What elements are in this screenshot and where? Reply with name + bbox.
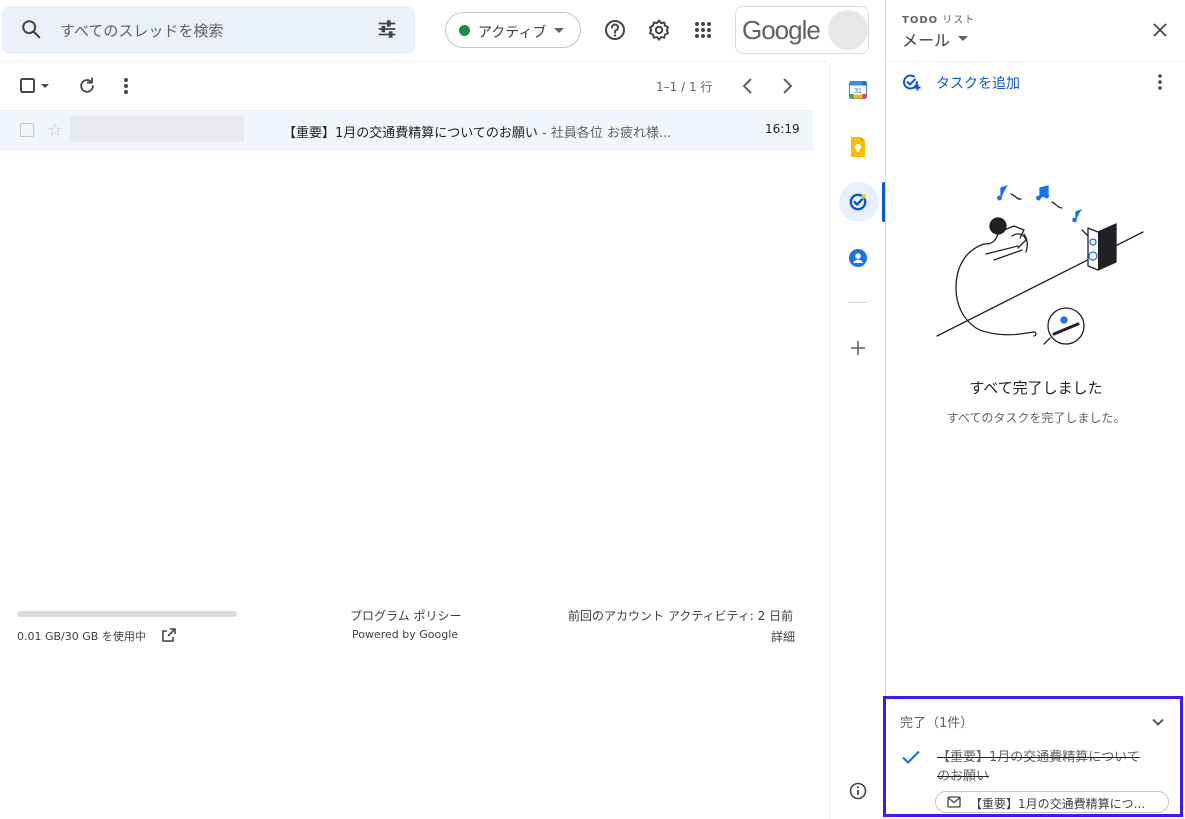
settings-icon[interactable] (645, 16, 673, 44)
close-icon[interactable] (1150, 20, 1170, 40)
tune-icon[interactable] (376, 18, 398, 40)
account-button[interactable]: Google (735, 6, 869, 54)
select-all-checkbox[interactable] (19, 76, 55, 96)
plus-icon[interactable] (849, 339, 867, 357)
star-icon[interactable]: ☆ (47, 120, 63, 141)
header-divider (0, 61, 829, 62)
empty-state-title: すべて完了しました (969, 379, 1103, 397)
contacts-icon[interactable] (849, 249, 867, 267)
last-activity: 前回のアカウント アクティビティ: 2 日前 (568, 609, 794, 623)
info-icon[interactable] (848, 781, 868, 801)
thread-subject[interactable]: 【重要】1月の交通費精算についてのお願い - 社員各位 お疲れ様... (283, 122, 671, 141)
task-list-selector[interactable]: メール (902, 27, 950, 51)
search-input[interactable]: すべてのスレッドを検索 (60, 20, 223, 41)
storage-usage: 0.01 GB/30 GB を使用中 (17, 630, 146, 643)
panel-eyebrow: TODO リスト (902, 11, 975, 26)
keep-icon[interactable] (849, 137, 867, 157)
help-icon[interactable] (601, 16, 629, 44)
storage-bar (17, 611, 237, 617)
calendar-day-label: 31 (854, 88, 862, 95)
chevron-down-icon[interactable] (1149, 713, 1167, 731)
details-link[interactable]: 詳細 (771, 628, 795, 645)
row-checkbox[interactable] (20, 123, 34, 137)
caret-down-icon[interactable] (958, 36, 968, 41)
active-status-dot (459, 25, 470, 36)
add-task-icon[interactable] (901, 72, 921, 92)
status-dropdown[interactable]: アクティブ (445, 12, 581, 48)
check-icon[interactable] (900, 746, 922, 768)
thread-subject-text: 【重要】1月の交通費精算についてのお願い (283, 126, 538, 141)
powered-by: Powered by Google (352, 628, 459, 641)
caret-down-icon (554, 28, 564, 33)
empty-state-subtitle: すべてのタスクを完了しました。 (946, 411, 1126, 425)
completed-section: 完了（1件） 【重要】1月の交通費精算についてのお願い 【重要】1月の交通費精算… (883, 696, 1183, 817)
program-policy-link[interactable]: プログラム ポリシー (350, 607, 461, 624)
completed-task-title[interactable]: 【重要】1月の交通費精算についてのお願い (937, 748, 1152, 786)
panel-divider (886, 61, 1185, 62)
table-row[interactable]: ☆ 【重要】1月の交通費精算についてのお願い - 社員各位 お疲れ様... 16… (0, 110, 813, 150)
strip-divider (848, 302, 868, 303)
pagination-info: 1–1 / 1 行 (656, 80, 713, 94)
source-email-chip[interactable]: 【重要】1月の交通費精算につ... (935, 791, 1169, 813)
add-task-button[interactable]: タスクを追加 (936, 73, 1020, 93)
calendar-icon[interactable]: 31 (849, 81, 867, 99)
sender-placeholder (70, 116, 244, 142)
panel-eyebrow-rest: リスト (938, 15, 976, 26)
side-app-strip: 31 (829, 62, 885, 819)
external-link-icon[interactable] (161, 627, 177, 643)
completed-header[interactable]: 完了（1件） (900, 712, 973, 731)
all-done-illustration (926, 180, 1156, 360)
avatar[interactable] (828, 10, 868, 50)
mail-icon (947, 796, 961, 808)
google-logo: Google (742, 15, 821, 45)
apps-icon[interactable] (689, 16, 717, 44)
chevron-right-icon[interactable] (777, 76, 797, 96)
panel-eyebrow-bold: TODO (902, 15, 939, 26)
search-icon[interactable] (20, 18, 42, 40)
refresh-icon[interactable] (77, 76, 97, 96)
source-email-title: 【重要】1月の交通費精算につ... (970, 797, 1146, 811)
more-vert-icon[interactable] (1150, 72, 1170, 92)
chevron-left-icon[interactable] (738, 76, 758, 96)
search-bar[interactable]: すべてのスレッドを検索 (2, 6, 415, 54)
tasks-icon[interactable] (849, 193, 867, 211)
status-label: アクティブ (478, 25, 547, 41)
thread-time: 16:19 (765, 122, 800, 136)
more-vert-icon[interactable] (116, 76, 136, 96)
thread-snippet: - 社員各位 お疲れ様... (537, 126, 672, 141)
